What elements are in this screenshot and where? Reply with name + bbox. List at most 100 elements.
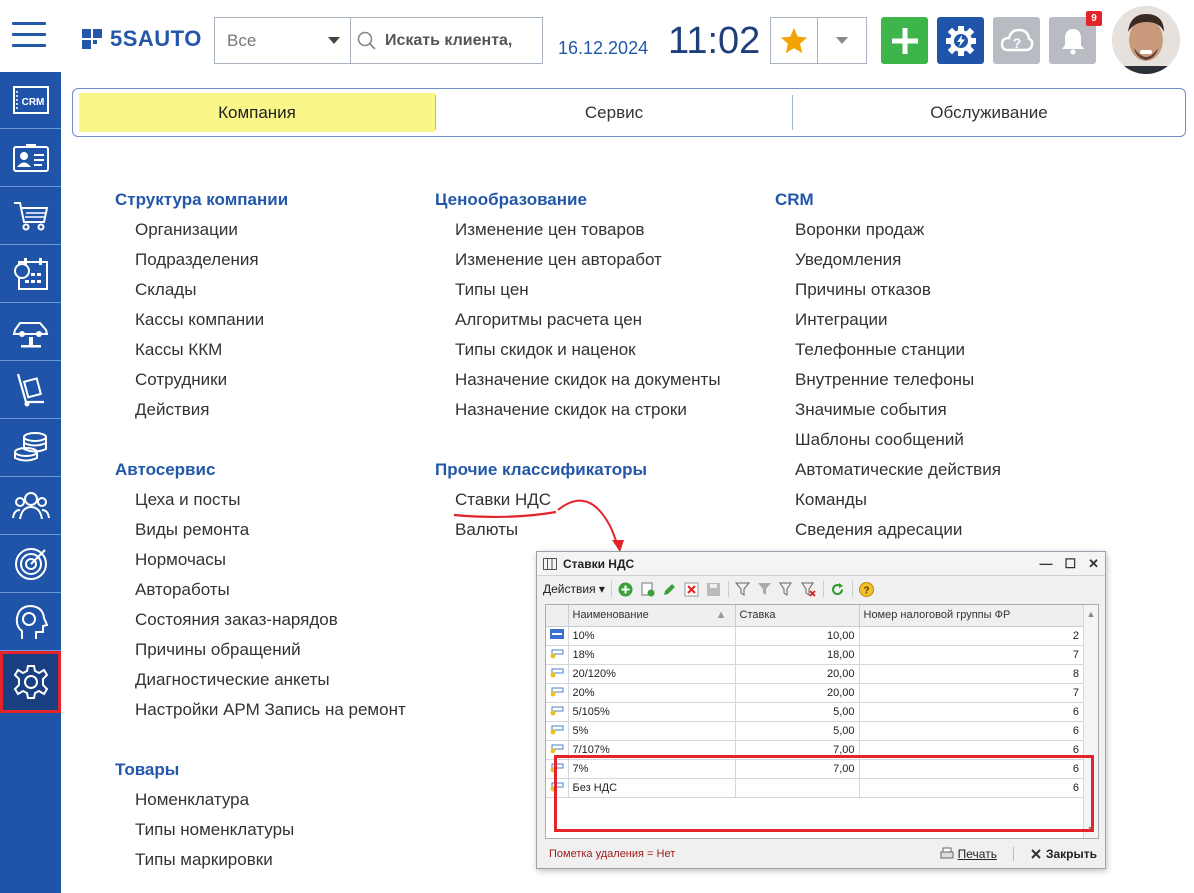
sidebar-item-finance[interactable] [0,420,61,477]
sidebar-item-crm[interactable]: CRM [0,72,61,129]
save-icon[interactable] [706,581,722,597]
help-button[interactable]: ? [993,17,1040,64]
sidebar-item-warehouse[interactable] [0,362,61,419]
link-work-price-change[interactable]: Изменение цен авторабот [435,248,721,278]
tab-company[interactable]: Компания [79,93,435,132]
scroll-down-icon[interactable]: ▼ [1084,824,1098,834]
link-document-discounts[interactable]: Назначение скидок на документы [435,368,721,398]
maximize-icon[interactable]: ☐ [1064,556,1076,572]
close-button[interactable]: Закрыть [1030,847,1097,861]
link-auto-actions[interactable]: Автоматические действия [775,458,1001,488]
link-cash-desks[interactable]: Кассы компании [115,308,406,338]
table-row[interactable]: 7% 7,00 6 [546,759,1084,779]
link-diagnostic-forms[interactable]: Диагностические анкеты [115,668,406,698]
group-title-crm: CRM [775,190,814,209]
search-scope-select[interactable]: Все [215,18,351,63]
menu-hamburger-icon[interactable] [12,22,46,48]
filter-list-icon[interactable] [735,581,751,597]
search-input[interactable] [385,31,525,50]
refresh-icon[interactable] [830,581,846,597]
link-request-reasons[interactable]: Причины обращений [115,638,406,668]
link-repair-types[interactable]: Виды ремонта [115,518,406,548]
sidebar-item-service[interactable] [0,304,61,361]
link-nomenclature[interactable]: Номенклатура [115,788,406,818]
table-row[interactable]: 5/105% 5,00 6 [546,702,1084,722]
link-auto-works[interactable]: Автоработы [115,578,406,608]
edit-pencil-icon[interactable] [662,581,678,597]
print-button[interactable]: Печать [940,847,997,861]
link-workshops[interactable]: Цеха и посты [115,488,406,518]
link-actions[interactable]: Действия [115,398,406,428]
link-arm-settings[interactable]: Настройки АРМ Запись на ремонт [115,698,406,728]
settings-button[interactable] [937,17,984,64]
link-discount-types[interactable]: Типы скидок и наценок [435,338,721,368]
notifications-button[interactable]: 9 [1049,11,1102,64]
add-button[interactable] [881,17,928,64]
filter-icon[interactable] [757,581,773,597]
row-item-icon [546,778,569,798]
table-row[interactable]: 20/120% 20,00 8 [546,664,1084,684]
link-currencies[interactable]: Валюты [435,518,721,548]
favorites-button[interactable] [771,18,818,63]
cell-group: 6 [859,778,1084,798]
link-commands[interactable]: Команды [775,488,1001,518]
link-marking-types[interactable]: Типы маркировки [115,848,406,878]
link-employees[interactable]: Сотрудники [115,368,406,398]
row-item-icon [546,740,569,760]
link-norm-hours[interactable]: Нормочасы [115,548,406,578]
link-addressing-info[interactable]: Сведения адресации [775,518,1001,548]
sidebar-item-support[interactable] [0,594,61,651]
column-header-rate[interactable]: Ставка [735,605,860,627]
app-logo[interactable]: 5SAUTO [82,26,202,52]
actions-menu[interactable]: Действия ▾ [543,582,605,596]
link-price-algorithms[interactable]: Алгоритмы расчета цен [435,308,721,338]
scroll-up-icon[interactable]: ▲ [1084,609,1098,619]
minimize-icon[interactable]: — [1039,556,1052,572]
link-sales-funnels[interactable]: Воронки продаж [775,218,1001,248]
help-icon[interactable]: ? [859,581,875,597]
sidebar-item-sales[interactable] [0,188,61,245]
filter-clear-icon[interactable] [801,581,817,597]
link-order-states[interactable]: Состояния заказ-нарядов [115,608,406,638]
sidebar-item-schedule[interactable] [0,246,61,303]
link-refusal-reasons[interactable]: Причины отказов [775,278,1001,308]
sidebar-item-clients[interactable] [0,130,61,187]
link-organizations[interactable]: Организации [115,218,406,248]
tab-maintenance[interactable]: Обслуживание [793,89,1185,136]
link-significant-events[interactable]: Значимые события [775,398,1001,428]
table-scrollbar[interactable]: ▲ ▼ [1083,605,1098,838]
copy-item-icon[interactable] [640,581,656,597]
column-header-fr-group[interactable]: Номер налоговой группы ФР [859,605,1084,627]
sidebar-item-marketing[interactable] [0,536,61,593]
table-row[interactable]: 10% 10,00 2 [546,626,1084,646]
link-integrations[interactable]: Интеграции [775,308,1001,338]
table-row[interactable]: 7/107% 7,00 6 [546,740,1084,760]
link-departments[interactable]: Подразделения [115,248,406,278]
link-notifications[interactable]: Уведомления [775,248,1001,278]
favorites-dropdown[interactable] [818,18,866,63]
table-row[interactable]: 18% 18,00 7 [546,645,1084,665]
sidebar-item-staff[interactable] [0,478,61,535]
tab-service[interactable]: Сервис [436,89,792,136]
link-internal-phones[interactable]: Внутренние телефоны [775,368,1001,398]
header-icon-cell [546,605,569,627]
table-row[interactable]: Без НДС 6 [546,778,1084,798]
user-avatar[interactable] [1112,6,1180,74]
link-nomenclature-types[interactable]: Типы номенклатуры [115,818,406,848]
add-item-icon[interactable] [618,581,634,597]
link-goods-price-change[interactable]: Изменение цен товаров [435,218,721,248]
delete-icon[interactable] [684,581,700,597]
sidebar-item-settings[interactable] [0,651,61,713]
column-header-name[interactable]: Наименование ▲ [568,605,736,627]
link-line-discounts[interactable]: Назначение скидок на строки [435,398,721,428]
link-warehouses[interactable]: Склады [115,278,406,308]
link-vat-rates[interactable]: Ставки НДС [435,488,721,518]
link-phone-stations[interactable]: Телефонные станции [775,338,1001,368]
link-price-types[interactable]: Типы цен [435,278,721,308]
filter-dropdown-icon[interactable] [779,581,795,597]
close-icon[interactable]: ✕ [1088,556,1099,572]
link-message-templates[interactable]: Шаблоны сообщений [775,428,1001,458]
table-row[interactable]: 5% 5,00 6 [546,721,1084,741]
table-row[interactable]: 20% 20,00 7 [546,683,1084,703]
link-kkm[interactable]: Кассы ККМ [115,338,406,368]
